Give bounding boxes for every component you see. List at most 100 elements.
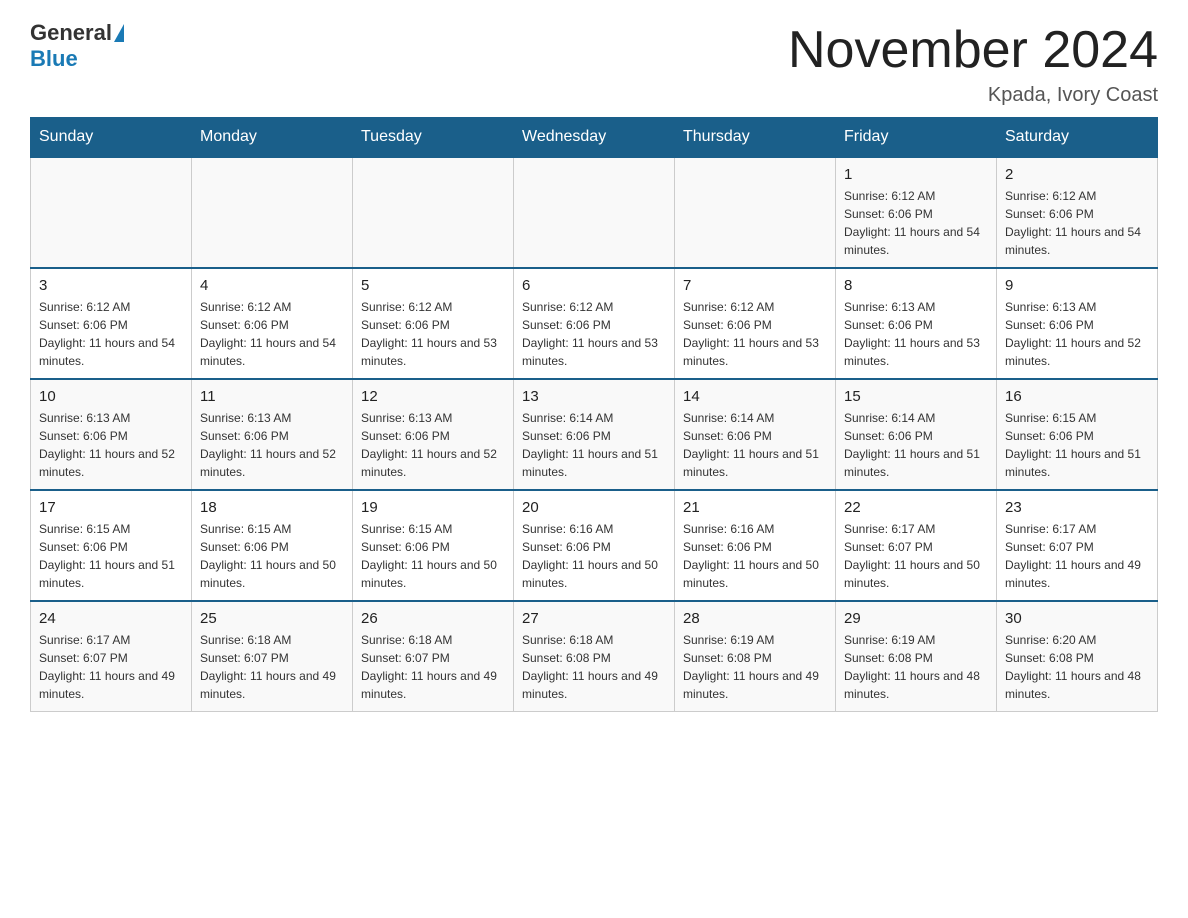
calendar-cell: 19 Sunrise: 6:15 AM Sunset: 6:06 PM Dayli…	[353, 490, 514, 601]
calendar-cell	[514, 157, 675, 268]
calendar-cell: 26Sunrise: 6:18 AM Sunset: 6:07 PM Dayli…	[353, 601, 514, 712]
calendar-cell: 9 Sunrise: 6:13 AM Sunset: 6:06 PM Daylig…	[997, 268, 1158, 379]
day-number: 6	[522, 277, 666, 294]
day-info: Sunrise: 6:16 AM Sunset: 6:06 PM Dayligh…	[683, 520, 827, 592]
header-friday: Friday	[836, 118, 997, 158]
day-info: Sunrise: 6:12 AM Sunset: 6:06 PM Dayligh…	[844, 187, 988, 259]
calendar-cell: 21 Sunrise: 6:16 AM Sunset: 6:06 PM Dayli…	[675, 490, 836, 601]
calendar-cell	[31, 157, 192, 268]
day-number: 16	[1005, 388, 1149, 405]
calendar-cell: 24 Sunrise: 6:17 AM Sunset: 6:07 PM Dayli…	[31, 601, 192, 712]
day-info: Sunrise: 6:15 AM Sunset: 6:06 PM Dayligh…	[1005, 409, 1149, 481]
day-info: Sunrise: 6:14 AM Sunset: 6:06 PM Dayligh…	[522, 409, 666, 481]
day-info: Sunrise: 6:18 AM Sunset: 6:07 PM Dayligh…	[200, 631, 344, 703]
calendar-cell: 29 Sunrise: 6:19 AM Sunset: 6:08 PM Dayli…	[836, 601, 997, 712]
day-number: 13	[522, 388, 666, 405]
header-wednesday: Wednesday	[514, 118, 675, 158]
calendar-cell: 8 Sunrise: 6:13 AM Sunset: 6:06 PM Daylig…	[836, 268, 997, 379]
calendar-cell: 3Sunrise: 6:12 AM Sunset: 6:06 PM Daylig…	[31, 268, 192, 379]
calendar-week-row: 3 Sunrise: 6:12 AM Sunset: 6:06 PM Daylig…	[31, 268, 1158, 379]
logo-blue-text: Blue	[30, 46, 78, 72]
calendar-cell: 12 Sunrise: 6:13 AM Sunset: 6:06 PM Dayli…	[353, 379, 514, 490]
day-info: Sunrise: 6:20 AM Sunset: 6:08 PM Dayligh…	[1005, 631, 1149, 703]
calendar-cell: 28Sunrise: 6:19 AM Sunset: 6:08 PM Dayli…	[675, 601, 836, 712]
calendar-cell: 30 Sunrise: 6:20 AM Sunset: 6:08 PM Dayli…	[997, 601, 1158, 712]
day-info: Sunrise: 6:13 AM Sunset: 6:06 PM Dayligh…	[39, 409, 183, 481]
calendar-cell: 15Sunrise: 6:14 AM Sunset: 6:06 PM Dayli…	[836, 379, 997, 490]
day-number: 22	[844, 499, 988, 516]
day-info: Sunrise: 6:18 AM Sunset: 6:08 PM Dayligh…	[522, 631, 666, 703]
page-header: General Blue November 2024 Kpada, Ivory …	[30, 20, 1158, 107]
day-info: Sunrise: 6:12 AM Sunset: 6:06 PM Dayligh…	[361, 298, 505, 370]
calendar-week-row: 24 Sunrise: 6:17 AM Sunset: 6:07 PM Dayli…	[31, 601, 1158, 712]
day-info: Sunrise: 6:15 AM Sunset: 6:06 PM Dayligh…	[39, 520, 183, 592]
day-info: Sunrise: 6:17 AM Sunset: 6:07 PM Dayligh…	[39, 631, 183, 703]
day-info: Sunrise: 6:13 AM Sunset: 6:06 PM Dayligh…	[1005, 298, 1149, 370]
calendar-cell: 18 Sunrise: 6:15 AM Sunset: 6:06 PM Dayli…	[192, 490, 353, 601]
calendar-cell: 16 Sunrise: 6:15 AM Sunset: 6:06 PM Dayli…	[997, 379, 1158, 490]
calendar-header-row: Sunday Monday Tuesday Wednesday Thursday…	[31, 118, 1158, 158]
day-number: 3	[39, 277, 183, 294]
calendar-cell: 10 Sunrise: 6:13 AM Sunset: 6:06 PM Dayli…	[31, 379, 192, 490]
month-title: November 2024	[788, 20, 1158, 80]
logo-triangle-icon	[114, 24, 124, 42]
day-number: 30	[1005, 610, 1149, 627]
day-info: Sunrise: 6:17 AM Sunset: 6:07 PM Dayligh…	[1005, 520, 1149, 592]
calendar-cell: 4 Sunrise: 6:12 AM Sunset: 6:06 PM Daylig…	[192, 268, 353, 379]
day-number: 1	[844, 166, 988, 183]
day-number: 21	[683, 499, 827, 516]
day-info: Sunrise: 6:12 AM Sunset: 6:06 PM Dayligh…	[522, 298, 666, 370]
calendar-week-row: 17 Sunrise: 6:15 AM Sunset: 6:06 PM Dayli…	[31, 490, 1158, 601]
day-number: 9	[1005, 277, 1149, 294]
day-number: 19	[361, 499, 505, 516]
day-info: Sunrise: 6:14 AM Sunset: 6:06 PM Dayligh…	[683, 409, 827, 481]
calendar-cell: 5 Sunrise: 6:12 AM Sunset: 6:06 PM Daylig…	[353, 268, 514, 379]
day-info: Sunrise: 6:15 AM Sunset: 6:06 PM Dayligh…	[200, 520, 344, 592]
day-number: 29	[844, 610, 988, 627]
calendar-cell: 14 Sunrise: 6:14 AM Sunset: 6:06 PM Dayli…	[675, 379, 836, 490]
title-section: November 2024 Kpada, Ivory Coast	[788, 20, 1158, 107]
day-info: Sunrise: 6:12 AM Sunset: 6:06 PM Dayligh…	[1005, 187, 1149, 259]
calendar-cell	[353, 157, 514, 268]
day-number: 18	[200, 499, 344, 516]
day-number: 23	[1005, 499, 1149, 516]
day-number: 28	[683, 610, 827, 627]
calendar-table: Sunday Monday Tuesday Wednesday Thursday…	[30, 117, 1158, 712]
calendar-cell: 27 Sunrise: 6:18 AM Sunset: 6:08 PM Dayli…	[514, 601, 675, 712]
calendar-cell: 23 Sunrise: 6:17 AM Sunset: 6:07 PM Dayli…	[997, 490, 1158, 601]
day-number: 25	[200, 610, 344, 627]
header-tuesday: Tuesday	[353, 118, 514, 158]
calendar-cell: 17 Sunrise: 6:15 AM Sunset: 6:06 PM Dayli…	[31, 490, 192, 601]
day-number: 27	[522, 610, 666, 627]
day-info: Sunrise: 6:19 AM Sunset: 6:08 PM Dayligh…	[844, 631, 988, 703]
day-info: Sunrise: 6:12 AM Sunset: 6:06 PM Dayligh…	[200, 298, 344, 370]
day-number: 7	[683, 277, 827, 294]
day-number: 17	[39, 499, 183, 516]
header-monday: Monday	[192, 118, 353, 158]
day-info: Sunrise: 6:15 AM Sunset: 6:06 PM Dayligh…	[361, 520, 505, 592]
logo-general-text: General	[30, 20, 112, 46]
day-number: 26	[361, 610, 505, 627]
day-number: 12	[361, 388, 505, 405]
day-number: 4	[200, 277, 344, 294]
day-number: 8	[844, 277, 988, 294]
calendar-cell: 1 Sunrise: 6:12 AM Sunset: 6:06 PM Daylig…	[836, 157, 997, 268]
day-number: 5	[361, 277, 505, 294]
calendar-cell: 2 Sunrise: 6:12 AM Sunset: 6:06 PM Daylig…	[997, 157, 1158, 268]
day-number: 2	[1005, 166, 1149, 183]
header-thursday: Thursday	[675, 118, 836, 158]
day-info: Sunrise: 6:13 AM Sunset: 6:06 PM Dayligh…	[844, 298, 988, 370]
calendar-cell: 20Sunrise: 6:16 AM Sunset: 6:06 PM Dayli…	[514, 490, 675, 601]
day-info: Sunrise: 6:13 AM Sunset: 6:06 PM Dayligh…	[361, 409, 505, 481]
day-info: Sunrise: 6:12 AM Sunset: 6:06 PM Dayligh…	[683, 298, 827, 370]
header-saturday: Saturday	[997, 118, 1158, 158]
day-number: 10	[39, 388, 183, 405]
day-number: 14	[683, 388, 827, 405]
location-text: Kpada, Ivory Coast	[788, 84, 1158, 107]
header-sunday: Sunday	[31, 118, 192, 158]
day-info: Sunrise: 6:16 AM Sunset: 6:06 PM Dayligh…	[522, 520, 666, 592]
calendar-cell: 11Sunrise: 6:13 AM Sunset: 6:06 PM Dayli…	[192, 379, 353, 490]
day-number: 24	[39, 610, 183, 627]
calendar-cell: 7 Sunrise: 6:12 AM Sunset: 6:06 PM Daylig…	[675, 268, 836, 379]
calendar-cell: 22Sunrise: 6:17 AM Sunset: 6:07 PM Dayli…	[836, 490, 997, 601]
